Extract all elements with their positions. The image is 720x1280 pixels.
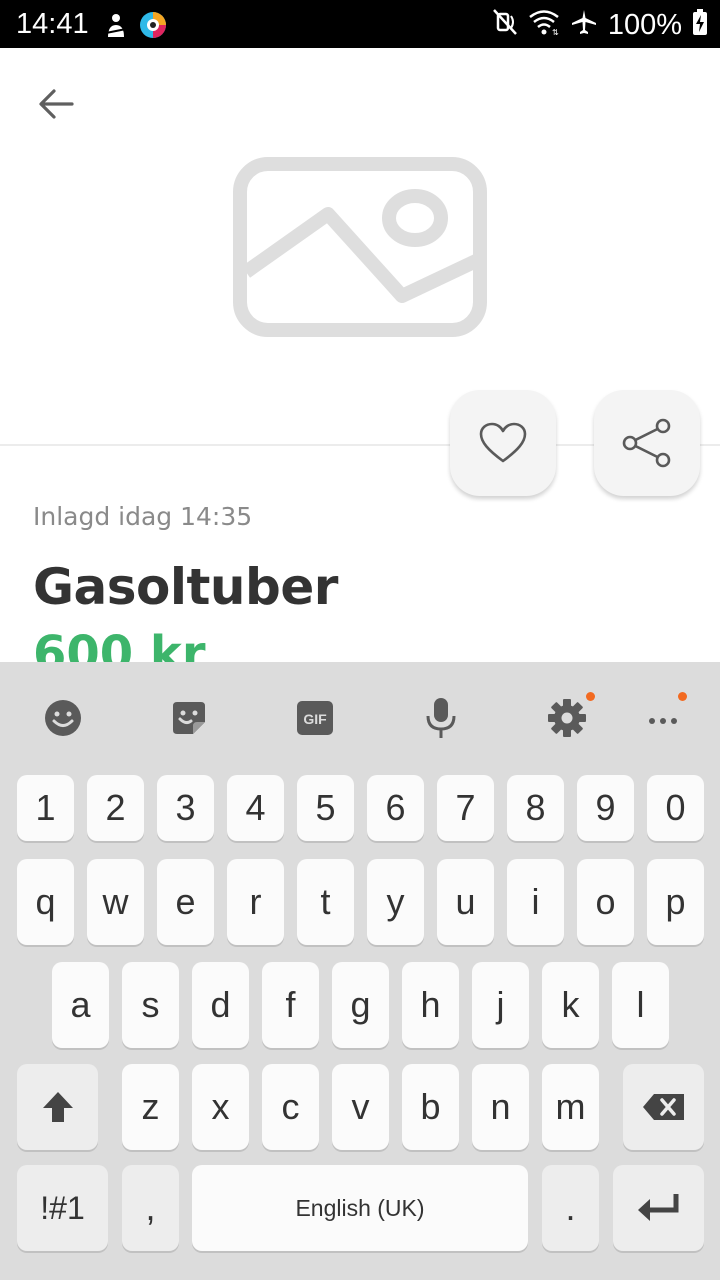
key-w[interactable]: w <box>87 859 144 945</box>
key-p[interactable]: p <box>647 859 704 945</box>
emoji-icon[interactable] <box>41 696 85 740</box>
key-g[interactable]: g <box>332 962 389 1048</box>
notification-dot <box>586 692 595 701</box>
mute-icon <box>492 8 518 41</box>
backspace-icon <box>642 1094 684 1120</box>
comma-key[interactable]: , <box>122 1165 179 1251</box>
key-j[interactable]: j <box>472 962 529 1048</box>
key-y[interactable]: y <box>367 859 424 945</box>
battery-percent: 100% <box>607 8 682 41</box>
status-time: 14:41 <box>16 8 89 40</box>
keyboard-toolbar: GIF <box>0 662 720 770</box>
listing-title: Gasoltuber <box>33 558 338 616</box>
gif-icon[interactable]: GIF <box>293 696 337 740</box>
share-button[interactable] <box>594 390 700 496</box>
posted-time: Inlagd idag 14:35 <box>33 502 253 531</box>
key-k[interactable]: k <box>542 962 599 1048</box>
key-u[interactable]: u <box>437 859 494 945</box>
svg-text:⇅: ⇅ <box>552 28 559 36</box>
key-i[interactable]: i <box>507 859 564 945</box>
shift-key[interactable] <box>17 1064 98 1150</box>
shift-icon <box>42 1092 73 1122</box>
key-8[interactable]: 8 <box>507 775 564 841</box>
key-0[interactable]: 0 <box>647 775 704 841</box>
key-l[interactable]: l <box>612 962 669 1048</box>
key-c[interactable]: c <box>262 1064 319 1150</box>
share-icon <box>622 418 671 468</box>
key-q[interactable]: q <box>17 859 74 945</box>
key-4[interactable]: 4 <box>227 775 284 841</box>
space-key[interactable]: English (UK) <box>192 1165 528 1251</box>
wifi-icon: ⇅ <box>528 8 560 41</box>
key-h[interactable]: h <box>402 962 459 1048</box>
key-o[interactable]: o <box>577 859 634 945</box>
sticker-icon[interactable] <box>167 696 211 740</box>
key-3[interactable]: 3 <box>157 775 214 841</box>
heart-icon <box>479 422 527 463</box>
key-t[interactable]: t <box>297 859 354 945</box>
favorite-button[interactable] <box>450 390 556 496</box>
key-9[interactable]: 9 <box>577 775 634 841</box>
back-button[interactable] <box>28 80 84 128</box>
key-1[interactable]: 1 <box>17 775 74 841</box>
settings-icon[interactable] <box>545 692 595 740</box>
key-d[interactable]: d <box>192 962 249 1048</box>
key-x[interactable]: x <box>192 1064 249 1150</box>
key-s[interactable]: s <box>122 962 179 1048</box>
more-icon[interactable] <box>641 692 687 740</box>
arrow-left-icon <box>39 89 74 119</box>
key-2[interactable]: 2 <box>87 775 144 841</box>
key-r[interactable]: r <box>227 859 284 945</box>
enter-key[interactable] <box>613 1165 704 1251</box>
backspace-key[interactable] <box>623 1064 704 1150</box>
enter-icon <box>637 1194 678 1221</box>
mic-icon[interactable] <box>419 696 463 740</box>
key-n[interactable]: n <box>472 1064 529 1150</box>
notification-icon <box>104 11 128 44</box>
status-bar: 14:41 ⇅ 100% <box>0 0 720 48</box>
keyboard: GIF 1 2 3 4 5 6 7 8 9 0 q w e r t y u i … <box>0 662 720 1280</box>
key-z[interactable]: z <box>122 1064 179 1150</box>
key-5[interactable]: 5 <box>297 775 354 841</box>
period-key[interactable]: . <box>542 1165 599 1251</box>
app-icon <box>138 10 168 45</box>
notification-dot <box>678 692 687 701</box>
gif-label: GIF <box>303 711 327 727</box>
key-b[interactable]: b <box>402 1064 459 1150</box>
symbols-key[interactable]: !#1 <box>17 1165 108 1251</box>
battery-icon <box>692 8 708 41</box>
key-f[interactable]: f <box>262 962 319 1048</box>
key-e[interactable]: e <box>157 859 214 945</box>
key-v[interactable]: v <box>332 1064 389 1150</box>
key-m[interactable]: m <box>542 1064 599 1150</box>
key-7[interactable]: 7 <box>437 775 494 841</box>
key-a[interactable]: a <box>52 962 109 1048</box>
image-placeholder-icon <box>232 156 488 338</box>
airplane-icon <box>570 8 598 41</box>
key-6[interactable]: 6 <box>367 775 424 841</box>
